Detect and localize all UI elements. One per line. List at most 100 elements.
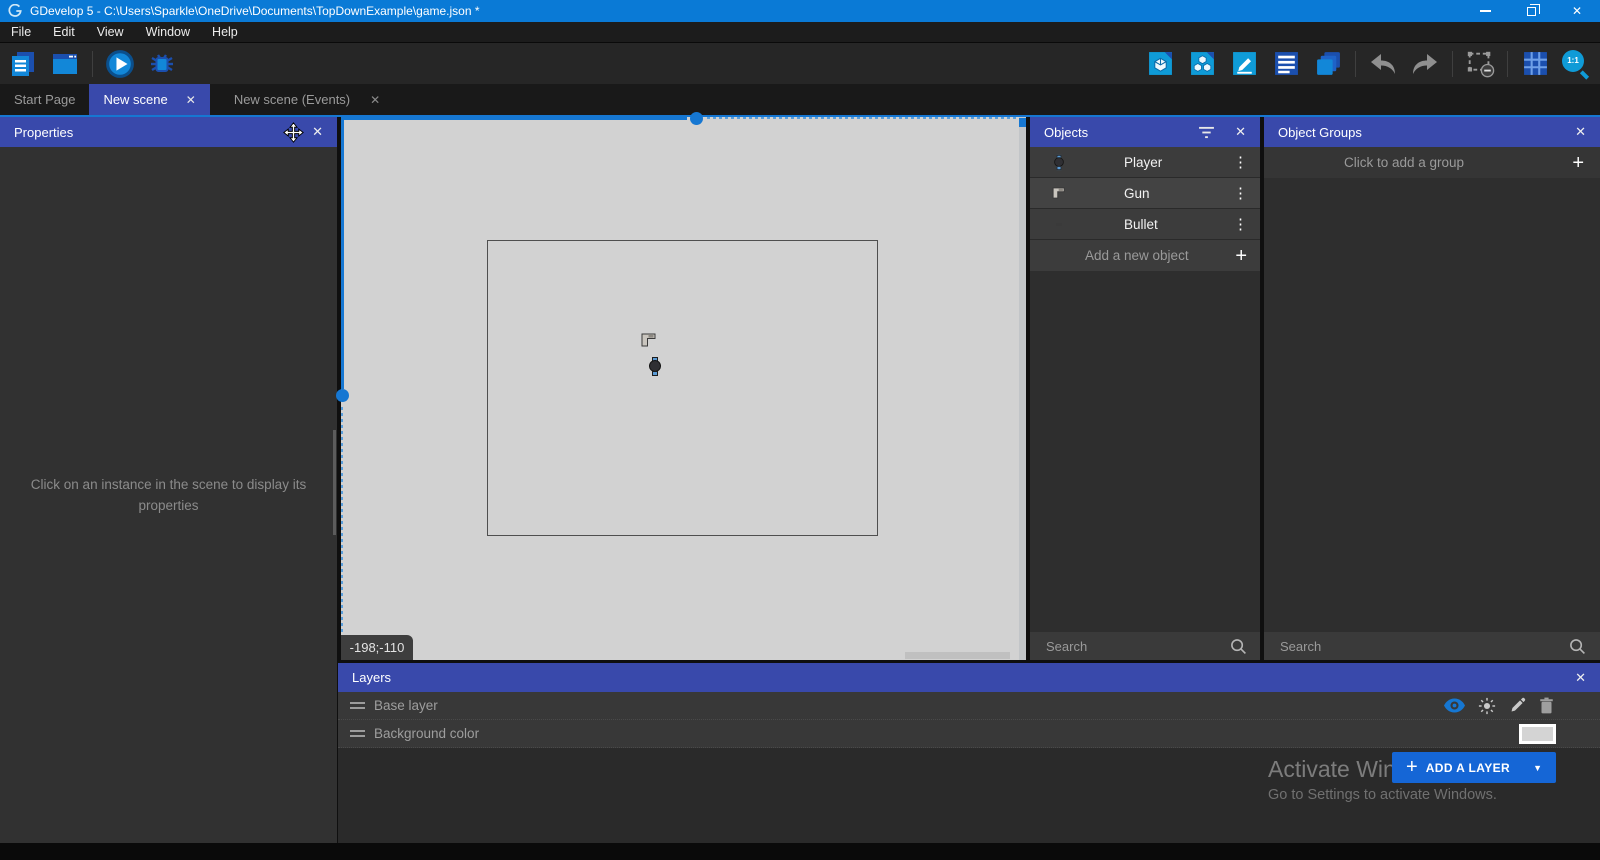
- play-preview-icon[interactable]: [105, 48, 135, 80]
- object-name: Player: [1124, 155, 1162, 170]
- menu-file[interactable]: File: [0, 22, 42, 42]
- drag-handle-icon[interactable]: [350, 699, 365, 712]
- object-row-gun[interactable]: Gun ⋮: [1030, 178, 1260, 209]
- canvas-hscrollbar-thumb[interactable]: [690, 112, 703, 125]
- tab-close-icon[interactable]: ✕: [186, 93, 196, 107]
- layer-delete-trash-icon[interactable]: [1539, 697, 1554, 714]
- layer-name: Background color: [374, 726, 479, 741]
- titlebar: GDevelop 5 - C:\Users\Sparkle\OneDrive\D…: [0, 0, 1600, 22]
- toolbar: 1:1: [0, 42, 1600, 84]
- gun-instance[interactable]: [641, 333, 658, 347]
- properties-panel: Properties ✕ Click on an instance in the…: [0, 117, 337, 843]
- tabbar: Start Page New scene ✕ New scene (Events…: [0, 84, 1600, 115]
- object-menu-icon[interactable]: ⋮: [1233, 155, 1248, 170]
- plus-icon[interactable]: +: [1572, 153, 1584, 173]
- properties-header: Properties ✕: [0, 117, 337, 147]
- object-menu-icon[interactable]: ⋮: [1233, 186, 1248, 201]
- move-cursor-icon: [283, 122, 304, 146]
- layer-row-background-color[interactable]: Background color: [338, 720, 1600, 748]
- close-window-button[interactable]: ✕: [1554, 0, 1600, 22]
- menu-edit[interactable]: Edit: [42, 22, 86, 42]
- project-manager-icon[interactable]: [8, 48, 38, 80]
- zoom-lens: 1:1: [1562, 50, 1584, 72]
- instances-list-icon[interactable]: [1271, 48, 1301, 80]
- close-panel-icon[interactable]: ✕: [1235, 124, 1246, 140]
- tab-label: New scene (Events): [234, 92, 350, 107]
- layer-visibility-eye-icon[interactable]: [1444, 698, 1465, 713]
- canvas-hscrollbar-track-dotted[interactable]: [707, 117, 1026, 119]
- layer-effects-icon[interactable]: [1478, 697, 1496, 715]
- watermark-line2: Go to Settings to activate Windows.: [1268, 787, 1497, 803]
- debugger-bug-icon[interactable]: [147, 48, 177, 80]
- bottom-strip: [0, 843, 1600, 860]
- player-instance[interactable]: [648, 357, 662, 376]
- clear-selection-icon[interactable]: [1465, 48, 1495, 80]
- chevron-down-icon[interactable]: ▼: [1533, 763, 1542, 773]
- filter-icon[interactable]: [1198, 126, 1215, 139]
- tab-new-scene-events[interactable]: New scene (Events) ✕: [220, 84, 394, 115]
- restore-button[interactable]: [1508, 0, 1554, 22]
- layer-edit-pencil-icon[interactable]: [1509, 697, 1526, 714]
- object-groups-icon[interactable]: [1187, 48, 1217, 80]
- gdevelop-logo-icon: [8, 4, 22, 18]
- background-color-swatch[interactable]: [1519, 724, 1556, 744]
- groups-search-bar: [1264, 632, 1600, 660]
- tab-close-icon[interactable]: ✕: [370, 93, 380, 107]
- bullet-object-icon: [1050, 223, 1068, 226]
- restore-icon: [1527, 7, 1536, 16]
- redo-icon[interactable]: [1410, 48, 1440, 80]
- canvas-bottom-scrollbar-thumb[interactable]: [905, 652, 1010, 659]
- add-layer-button[interactable]: + ADD A LAYER ▼: [1392, 752, 1556, 783]
- drag-handle-icon[interactable]: [350, 727, 365, 740]
- player-object-icon: [1050, 153, 1068, 172]
- menu-help[interactable]: Help: [201, 22, 249, 42]
- object-row-bullet[interactable]: Bullet ⋮: [1030, 209, 1260, 240]
- close-panel-icon[interactable]: ✕: [1575, 670, 1586, 686]
- object-menu-icon[interactable]: ⋮: [1233, 217, 1248, 232]
- canvas-hscrollbar-track[interactable]: [341, 117, 687, 120]
- properties-pencil-icon[interactable]: [1229, 48, 1259, 80]
- zoom-handle: [1580, 70, 1589, 79]
- player-hand: [652, 371, 658, 376]
- objects-search-input[interactable]: [1030, 639, 1230, 654]
- canvas-right-scrollbar[interactable]: [1019, 117, 1026, 660]
- groups-search-input[interactable]: [1264, 639, 1569, 654]
- toolbar-separator: [1355, 51, 1356, 77]
- objects-panel: Objects ✕ Player ⋮ Gun: [1030, 117, 1260, 660]
- close-panel-icon[interactable]: ✕: [1575, 124, 1586, 140]
- close-icon: ✕: [1572, 5, 1582, 17]
- layers-header: Layers ✕: [338, 663, 1600, 692]
- objects-editor-icon[interactable]: [1145, 48, 1175, 80]
- plus-icon[interactable]: +: [1235, 246, 1247, 266]
- add-object-row[interactable]: Add a new object +: [1030, 240, 1260, 271]
- minimize-icon: [1480, 10, 1491, 12]
- layer-row-base[interactable]: Base layer: [338, 692, 1600, 720]
- menu-view[interactable]: View: [86, 22, 135, 42]
- properties-scrollbar[interactable]: [333, 430, 336, 535]
- tab-new-scene[interactable]: New scene ✕: [89, 84, 209, 115]
- minimize-button[interactable]: [1462, 0, 1508, 22]
- close-panel-icon[interactable]: ✕: [312, 124, 323, 140]
- canvas-vscrollbar-track[interactable]: [341, 117, 344, 389]
- scene-window-icon[interactable]: [50, 48, 80, 80]
- tab-start-page[interactable]: Start Page: [0, 84, 89, 115]
- menu-window[interactable]: Window: [135, 22, 201, 42]
- canvas-vscrollbar-thumb[interactable]: [336, 389, 349, 402]
- zoom-ratio-label: 1:1: [1567, 56, 1579, 65]
- toolbar-separator: [92, 51, 93, 77]
- add-group-row[interactable]: Click to add a group +: [1264, 147, 1600, 178]
- canvas-right-scrollbar-thumb[interactable]: [1019, 118, 1026, 127]
- layers-editor-icon[interactable]: [1313, 48, 1343, 80]
- layers-panel: Layers ✕ Base layer: [338, 663, 1600, 843]
- object-row-player[interactable]: Player ⋮: [1030, 147, 1260, 178]
- objects-header: Objects ✕: [1030, 117, 1260, 147]
- grid-icon[interactable]: [1520, 48, 1550, 80]
- undo-icon[interactable]: [1368, 48, 1398, 80]
- tab-label: Start Page: [14, 92, 75, 107]
- canvas-vscrollbar-track-dotted[interactable]: [341, 407, 343, 660]
- zoom-1-1-icon[interactable]: 1:1: [1562, 50, 1590, 78]
- layer-name: Base layer: [374, 698, 438, 713]
- object-name: Bullet: [1124, 217, 1158, 232]
- object-name: Gun: [1124, 186, 1150, 201]
- scene-canvas[interactable]: -198;-110: [341, 117, 1026, 660]
